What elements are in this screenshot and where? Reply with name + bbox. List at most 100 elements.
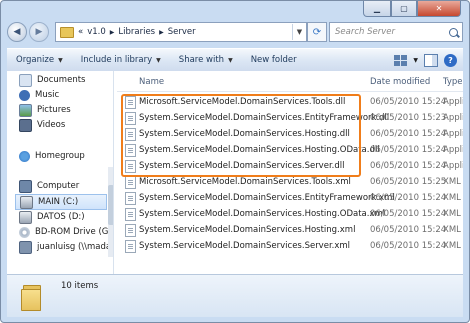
chevron-down-icon: ▼ bbox=[156, 56, 161, 64]
xml-file-icon bbox=[125, 208, 136, 221]
folder-icon bbox=[60, 26, 74, 38]
nav-item-homegroup[interactable]: Homegroup bbox=[19, 149, 85, 163]
file-name: System.ServiceModel.DomainServices.Entit… bbox=[139, 193, 395, 203]
file-type: Applic bbox=[443, 145, 463, 155]
file-date: 06/05/2010 15:23 bbox=[370, 113, 447, 123]
share-with-button[interactable]: Share with ▼ bbox=[170, 55, 242, 65]
column-name[interactable]: Name bbox=[139, 77, 164, 87]
nav-label: Videos bbox=[37, 120, 66, 130]
videos-icon bbox=[19, 118, 32, 132]
back-arrow-icon: ◀ bbox=[13, 27, 21, 37]
column-headers: Name Date modified Type bbox=[117, 73, 463, 92]
drive-icon bbox=[19, 210, 32, 224]
nav-label: juanluisg (\\mada bbox=[37, 242, 112, 252]
breadcrumb-back[interactable]: « bbox=[78, 27, 83, 37]
nav-label: MAIN (C:) bbox=[38, 197, 79, 207]
breadcrumb-v1[interactable]: v1.0 bbox=[87, 27, 106, 37]
view-controls: ▼ ? bbox=[394, 53, 457, 67]
nav-item-main-c[interactable]: MAIN (C:) bbox=[15, 194, 107, 210]
address-bar[interactable]: « v1.0 ▶ Libraries ▶ Server ▼ bbox=[55, 22, 307, 42]
share-label: Share with bbox=[178, 55, 225, 65]
include-label: Include in library bbox=[80, 55, 153, 65]
file-date: 06/05/2010 15:24 bbox=[370, 129, 447, 139]
file-date: 06/05/2010 15:24 bbox=[370, 241, 447, 251]
breadcrumb-sep-icon[interactable]: ▶ bbox=[159, 29, 164, 36]
breadcrumb-libraries[interactable]: Libraries bbox=[118, 27, 155, 37]
xml-file-icon bbox=[125, 176, 136, 189]
search-icon bbox=[449, 27, 458, 37]
help-icon[interactable]: ? bbox=[444, 53, 457, 67]
nav-item-bd-rom[interactable]: BD-ROM Drive (G bbox=[19, 225, 108, 239]
computer-icon bbox=[19, 179, 32, 193]
file-type: XML bbox=[443, 241, 461, 251]
file-row[interactable]: System.ServiceModel.DomainServices.Hosti… bbox=[125, 206, 463, 222]
search-input[interactable]: Search Server bbox=[329, 22, 463, 42]
preview-pane-icon[interactable] bbox=[424, 53, 438, 67]
close-button[interactable]: ✕ bbox=[417, 1, 461, 17]
file-row[interactable]: System.ServiceModel.DomainServices.Hosti… bbox=[125, 222, 463, 238]
breadcrumb-sep-icon[interactable]: ▶ bbox=[110, 29, 115, 36]
nav-label: Documents bbox=[37, 75, 86, 85]
file-date: 06/05/2010 15:24 bbox=[370, 161, 447, 171]
search-placeholder: Search Server bbox=[335, 27, 395, 37]
organize-button[interactable]: Organize ▼ bbox=[7, 55, 72, 65]
file-type: XML bbox=[443, 193, 461, 203]
refresh-button[interactable]: ⟳ bbox=[307, 22, 327, 42]
address-dropdown-icon[interactable]: ▼ bbox=[292, 24, 306, 40]
nav-item-computer[interactable]: Computer bbox=[19, 179, 79, 193]
explorer-window: ▁ ▢ ✕ ◀ ▶ « v1.0 ▶ Libraries ▶ Server ▼ … bbox=[0, 0, 470, 323]
breadcrumb-server[interactable]: Server bbox=[168, 27, 196, 37]
address-row: ◀ ▶ « v1.0 ▶ Libraries ▶ Server ▼ ⟳ Sear… bbox=[7, 21, 463, 43]
nav-label: Music bbox=[35, 90, 60, 100]
pictures-icon bbox=[19, 103, 32, 117]
chevron-down-icon: ▼ bbox=[58, 56, 63, 64]
file-type: XML bbox=[443, 225, 461, 235]
details-pane: 10 items bbox=[7, 274, 463, 317]
file-name: Microsoft.ServiceModel.DomainServices.To… bbox=[139, 177, 351, 187]
file-date: 06/05/2010 15:24 bbox=[370, 97, 447, 107]
nav-item-music[interactable]: Music bbox=[19, 88, 59, 102]
disc-drive-icon bbox=[19, 226, 30, 238]
music-icon bbox=[19, 89, 30, 101]
file-type: Applic bbox=[443, 97, 463, 107]
file-row[interactable]: System.ServiceModel.DomainServices.Serve… bbox=[125, 238, 463, 254]
highlight-box bbox=[121, 94, 361, 177]
file-name: System.ServiceModel.DomainServices.Hosti… bbox=[139, 209, 386, 219]
nav-scrollbar[interactable] bbox=[108, 167, 113, 257]
minimize-button[interactable]: ▁ bbox=[363, 1, 391, 17]
xml-file-icon bbox=[125, 240, 136, 253]
chevron-down-icon[interactable]: ▼ bbox=[413, 57, 418, 64]
column-date-modified[interactable]: Date modified bbox=[370, 77, 430, 87]
nav-item-videos[interactable]: Videos bbox=[19, 118, 65, 132]
nav-item-documents[interactable]: Documents bbox=[19, 73, 85, 87]
nav-item-pictures[interactable]: Pictures bbox=[19, 103, 71, 117]
file-type: Applic bbox=[443, 129, 463, 139]
nav-label: DATOS (D:) bbox=[37, 212, 85, 222]
file-type: Applic bbox=[443, 161, 463, 171]
window-controls: ▁ ▢ ✕ bbox=[363, 1, 461, 17]
nav-label: Homegroup bbox=[35, 151, 85, 161]
drive-icon bbox=[20, 195, 33, 209]
file-date: 06/05/2010 15:24 bbox=[370, 193, 447, 203]
include-in-library-button[interactable]: Include in library ▼ bbox=[72, 55, 170, 65]
file-date: 06/05/2010 15:24 bbox=[370, 225, 447, 235]
forward-arrow-icon: ▶ bbox=[35, 27, 43, 37]
file-date: 06/05/2010 15:24 bbox=[370, 209, 447, 219]
new-folder-label: New folder bbox=[250, 55, 297, 65]
network-drive-icon bbox=[19, 240, 32, 254]
item-count: 10 items bbox=[61, 281, 99, 291]
maximize-button[interactable]: ▢ bbox=[391, 1, 417, 17]
xml-file-icon bbox=[125, 192, 136, 205]
new-folder-button[interactable]: New folder bbox=[242, 55, 306, 65]
file-type: Applic bbox=[443, 113, 463, 123]
back-button[interactable]: ◀ bbox=[7, 22, 27, 42]
change-view-icon[interactable] bbox=[394, 54, 408, 66]
forward-button[interactable]: ▶ bbox=[29, 22, 49, 42]
command-bar: Organize ▼ Include in library ▼ Share with… bbox=[7, 48, 463, 72]
nav-label: Computer bbox=[37, 181, 80, 191]
column-type[interactable]: Type bbox=[443, 77, 463, 87]
file-row[interactable]: System.ServiceModel.DomainServices.Entit… bbox=[125, 190, 463, 206]
nav-item-network-share[interactable]: juanluisg (\\mada bbox=[19, 240, 111, 254]
nav-scrollbar-thumb[interactable] bbox=[108, 185, 113, 225]
nav-item-datos-d[interactable]: DATOS (D:) bbox=[19, 210, 85, 224]
